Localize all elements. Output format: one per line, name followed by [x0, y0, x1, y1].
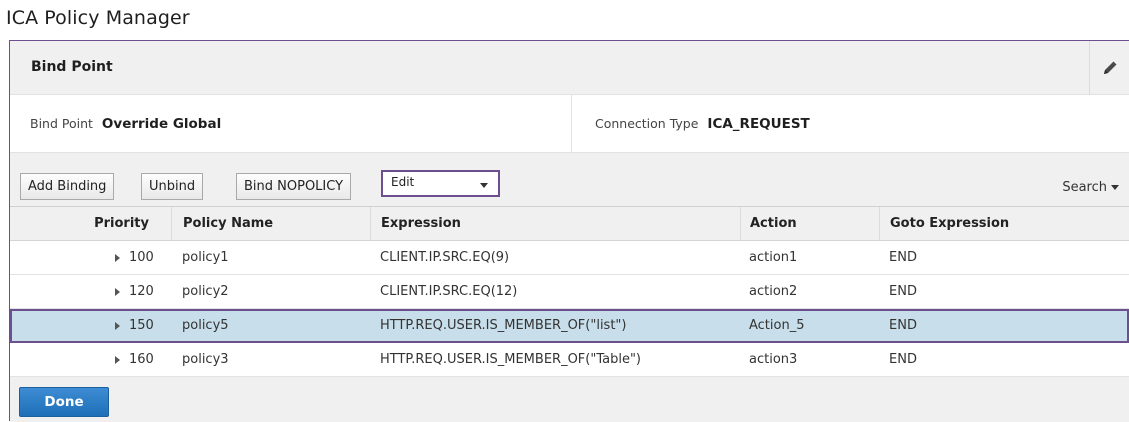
policy-name-cell: policy2 [182, 284, 229, 299]
expand-arrow-icon[interactable] [115, 321, 120, 330]
bindings-table: Priority Policy Name Expression Action G… [10, 207, 1129, 377]
policy-name-cell: policy1 [182, 250, 229, 265]
caret-down-icon [1111, 185, 1119, 190]
expression-cell: HTTP.REQ.USER.IS_MEMBER_OF("list") [380, 318, 627, 333]
connection-type-cell: Connection Type ICA_REQUEST [571, 95, 1129, 152]
add-binding-button[interactable]: Add Binding [20, 173, 115, 200]
priority-cell: 100 [10, 241, 171, 274]
priority-cell: 120 [10, 275, 171, 308]
goto-expression-cell: END [889, 250, 917, 265]
expression-cell: HTTP.REQ.USER.IS_MEMBER_OF("Table") [380, 352, 641, 367]
unbind-button[interactable]: Unbind [141, 173, 204, 200]
goto-expression-cell: END [889, 318, 917, 333]
bind-point-cell: Bind Point Override Global [10, 95, 571, 152]
table-row[interactable]: 100 policy1 CLIENT.IP.SRC.EQ(9) action1 … [10, 241, 1129, 275]
action-cell: Action_5 [749, 318, 805, 333]
bindings-toolbar: Add Binding Unbind Bind NOPOLICY Edit Se… [10, 153, 1129, 207]
table-row[interactable]: 150 policy5 HTTP.REQ.USER.IS_MEMBER_OF("… [10, 309, 1129, 343]
column-header-policy-name[interactable]: Policy Name [171, 207, 370, 240]
priority-value: 100 [129, 250, 154, 265]
done-button[interactable]: Done [19, 387, 109, 417]
bind-point-value: Override Global [101, 115, 222, 132]
expression-cell: CLIENT.IP.SRC.EQ(9) [380, 250, 510, 265]
priority-value: 160 [129, 352, 154, 367]
edit-select[interactable]: Edit [381, 170, 500, 197]
page-title: ICA Policy Manager [6, 7, 190, 29]
expression-cell: CLIENT.IP.SRC.EQ(12) [380, 284, 518, 299]
expand-arrow-icon[interactable] [115, 253, 120, 262]
bind-nopolicy-button[interactable]: Bind NOPOLICY [236, 173, 352, 200]
action-cell: action2 [749, 284, 798, 299]
table-row[interactable]: 160 policy3 HTTP.REQ.USER.IS_MEMBER_OF("… [10, 343, 1129, 377]
connection-type-label: Connection Type [595, 116, 699, 131]
chevron-down-icon [480, 183, 488, 188]
bind-point-header-title: Bind Point [31, 59, 113, 75]
policy-name-cell: policy3 [182, 352, 229, 367]
bind-point-label: Bind Point [30, 116, 93, 131]
column-header-expression[interactable]: Expression [370, 207, 740, 240]
priority-cell: 150 [10, 309, 171, 342]
action-cell: action1 [749, 250, 798, 265]
footer-bar: Done [10, 377, 1129, 422]
edit-select-value: Edit [391, 175, 415, 189]
goto-expression-cell: END [889, 352, 917, 367]
search-menu[interactable]: Search [1062, 180, 1119, 195]
bind-point-info-row: Bind Point Override Global Connection Ty… [10, 95, 1129, 153]
column-header-goto-expression[interactable]: Goto Expression [879, 207, 1129, 240]
table-row[interactable]: 120 policy2 CLIENT.IP.SRC.EQ(12) action2… [10, 275, 1129, 309]
column-header-priority[interactable]: Priority [10, 207, 171, 240]
priority-value: 150 [129, 318, 154, 333]
expand-arrow-icon[interactable] [115, 287, 120, 296]
policy-manager-panel: Bind Point Bind Point Override Global Co… [9, 40, 1129, 422]
policy-name-cell: policy5 [182, 318, 229, 333]
column-header-action[interactable]: Action [740, 207, 879, 240]
action-cell: action3 [749, 352, 798, 367]
search-label: Search [1062, 180, 1107, 195]
goto-expression-cell: END [889, 284, 917, 299]
connection-type-value: ICA_REQUEST [707, 115, 810, 132]
priority-value: 120 [129, 284, 154, 299]
expand-arrow-icon[interactable] [115, 355, 120, 364]
priority-cell: 160 [10, 343, 171, 376]
table-header: Priority Policy Name Expression Action G… [10, 207, 1129, 241]
bind-point-header: Bind Point [10, 41, 1129, 95]
pencil-icon[interactable] [1089, 41, 1129, 95]
